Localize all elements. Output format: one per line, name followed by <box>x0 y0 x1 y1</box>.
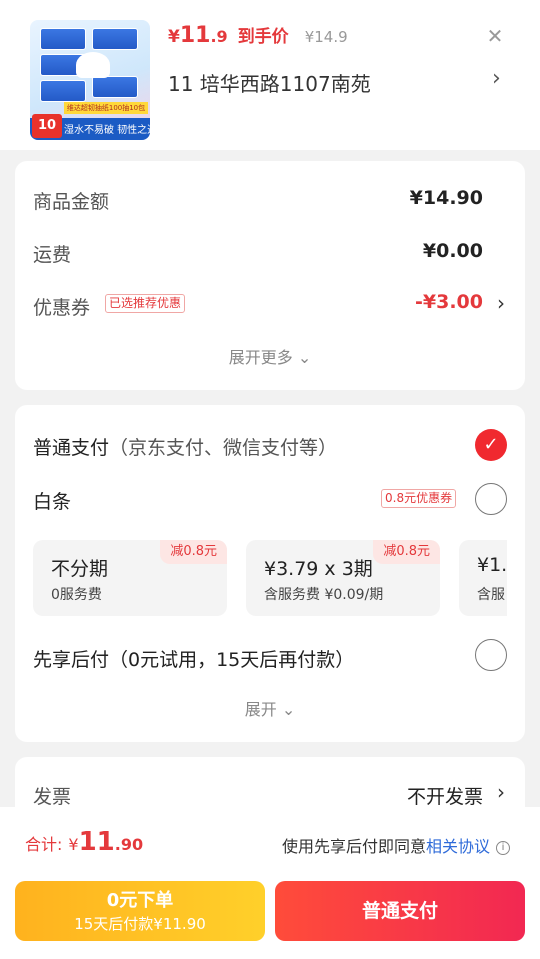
tissue-image <box>76 52 110 78</box>
normal-payment-title: 普通支付 <box>33 437 110 459</box>
delivery-address[interactable]: 11 培华西路1107南苑 <box>168 68 371 97</box>
installment-plan[interactable]: 不分期 0服务费 减0.8元 <box>33 540 227 616</box>
agreement-link[interactable]: 相关协议 <box>426 837 490 856</box>
expand-label: 展开 <box>244 700 277 719</box>
check-icon[interactable]: ✓ <box>475 429 507 461</box>
chevron-right-icon[interactable]: › <box>497 291 505 315</box>
goods-amount-label: 商品金额 <box>33 191 110 213</box>
price-currency: ¥ <box>168 27 180 47</box>
total-label: 合计: <box>25 835 63 854</box>
invoice-label: 发票 <box>33 786 72 808</box>
plan-fee: 含服务费 ¥0.09/期 <box>264 587 384 603</box>
pay-later-radio[interactable] <box>475 639 507 671</box>
agreement-text: 使用先享后付即同意 <box>281 837 426 856</box>
normal-payment-subtitle: （京东支付、微信支付等） <box>109 437 338 459</box>
baitiao-radio[interactable] <box>475 483 507 515</box>
agreement-notice: 使用先享后付即同意相关协议 i <box>282 833 510 857</box>
plan-discount-badge: 减0.8元 <box>160 540 227 564</box>
product-header: 维达超韧抽纸100抽10包 10包 湿水不易破 韧性之选 ¥ 11 .9 到手价… <box>0 0 540 150</box>
chevron-down-icon: ⌄ <box>292 348 312 367</box>
price-integer: 11 <box>179 23 211 48</box>
tissue-box-image <box>92 28 138 50</box>
order-total: 合计: ¥ 11 .90 <box>25 827 143 857</box>
product-thumbnail[interactable]: 维达超韧抽纸100抽10包 10包 湿水不易破 韧性之选 <box>30 20 150 140</box>
original-price: ¥14.9 <box>304 28 348 46</box>
thumb-ribbon: 维达超韧抽纸100抽10包 <box>64 102 148 114</box>
coupon-recommended-tag: 已选推荐优惠 <box>105 294 186 313</box>
total-currency: ¥ <box>68 835 79 854</box>
coupon-value[interactable]: -¥3.00 <box>415 291 483 313</box>
price-tag: 到手价 <box>237 27 289 47</box>
info-icon[interactable]: i <box>496 840 510 855</box>
checkout-footer: 合计: ¥ 11 .90 使用先享后付即同意相关协议 i 0元下单 15天后付款¥… <box>0 807 540 959</box>
baitiao-coupon-tag: 0.8元优惠券 <box>381 489 457 508</box>
expand-more-label: 展开更多 <box>228 348 293 367</box>
baitiao-title[interactable]: 白条 <box>33 487 71 514</box>
installment-plan[interactable]: ¥1. 含服 <box>459 540 507 616</box>
expand-more-button[interactable]: 展开更多 ⌄ <box>15 344 525 368</box>
plan-title: ¥3.79 x 3期 <box>264 558 373 580</box>
thumb-badge-text: 湿水不易破 韧性之选 <box>64 125 150 136</box>
chevron-right-icon[interactable]: › <box>497 780 505 804</box>
plan-title: 不分期 <box>51 558 109 580</box>
plan-fee: 0服务费 <box>51 587 102 603</box>
total-decimal: .90 <box>114 835 144 854</box>
plan-title: ¥1. <box>477 554 507 576</box>
coupon-label: 优惠券 <box>33 297 91 319</box>
chevron-right-icon[interactable]: › <box>492 66 501 91</box>
chevron-down-icon: ⌄ <box>276 700 296 719</box>
tissue-box-image <box>40 80 86 102</box>
thumb-badge-count: 10包 <box>32 114 62 138</box>
payment-method-card: 普通支付（京东支付、微信支付等） ✓ 白条 0.8元优惠券 不分期 0服务费 减… <box>15 405 525 742</box>
pay-later-title[interactable]: 先享后付（0元试用，15天后再付款） <box>33 645 354 672</box>
invoice-value: 不开发票 <box>406 786 483 808</box>
price-decimal: .9 <box>210 27 228 46</box>
shipping-value: ¥0.00 <box>422 240 483 262</box>
close-icon[interactable]: ✕ <box>481 23 509 51</box>
expand-button[interactable]: 展开 ⌄ <box>15 696 525 720</box>
pay-later-order-button[interactable]: 0元下单 15天后付款¥11.90 <box>15 881 265 941</box>
order-summary-card: 商品金额 ¥14.90 运费 ¥0.00 优惠券 已选推荐优惠 -¥3.00 ›… <box>15 161 525 390</box>
normal-pay-button[interactable]: 普通支付 <box>275 881 525 941</box>
goods-amount-value: ¥14.90 <box>409 187 483 209</box>
plan-fee: 含服 <box>477 587 505 603</box>
tissue-box-image <box>92 76 138 98</box>
total-integer: 11 <box>78 827 115 857</box>
plan-discount-badge: 减0.8元 <box>373 540 440 564</box>
pay-later-button-subtitle: 15天后付款¥11.90 <box>74 915 206 933</box>
installment-plans: 不分期 0服务费 减0.8元 ¥3.79 x 3期 含服务费 ¥0.09/期 减… <box>33 540 507 616</box>
product-price: ¥ 11 .9 到手价 ¥14.9 <box>168 22 348 50</box>
installment-plan[interactable]: ¥3.79 x 3期 含服务费 ¥0.09/期 减0.8元 <box>246 540 440 616</box>
normal-payment-option[interactable]: 普通支付（京东支付、微信支付等） <box>33 433 337 460</box>
pay-later-button-title: 0元下单 <box>106 890 174 911</box>
shipping-label: 运费 <box>33 244 72 266</box>
tissue-box-image <box>40 28 86 50</box>
